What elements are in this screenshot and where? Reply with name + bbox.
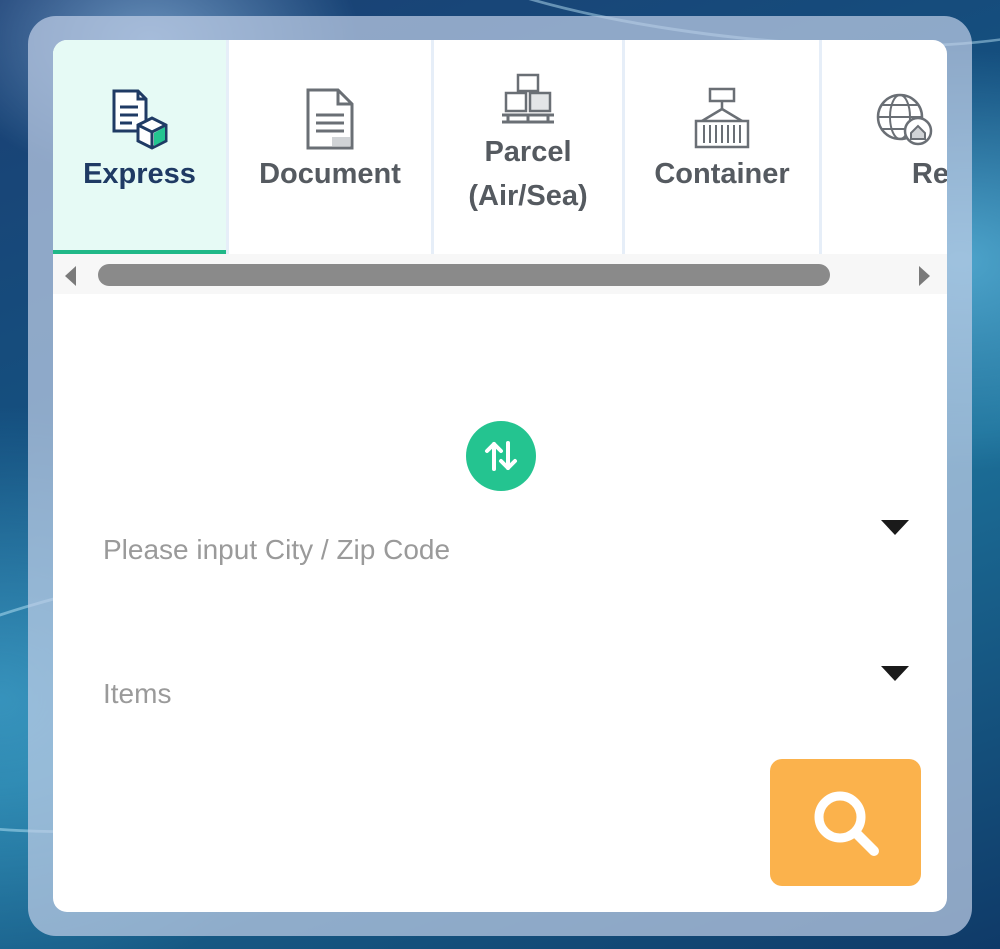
items-dropdown-caret-icon[interactable] [881,666,909,681]
document-icon [298,86,362,152]
tab-express-label: Express [83,158,196,190]
swap-arrows-icon [485,441,517,471]
location-input[interactable]: Please input City / Zip Code [103,508,909,568]
items-placeholder: Items [103,678,172,709]
search-button[interactable] [770,759,921,886]
location-placeholder: Please input City / Zip Code [103,534,451,565]
service-tabs: Express Document Parcel (Air/Sea) Contai… [53,40,947,254]
parcel-icon [496,70,560,130]
items-select[interactable]: Items [103,654,909,714]
tab-document-label: Document [259,158,401,190]
scroll-right-arrow-icon[interactable] [919,266,930,286]
tab-parcel-label-line2: (Air/Sea) [468,180,588,212]
shipping-quote-card: Express Document Parcel (Air/Sea) Contai… [53,40,947,912]
scroll-thumb[interactable] [98,264,830,286]
tab-document[interactable]: Document [229,40,434,254]
search-icon [814,791,879,856]
tab-express[interactable]: Express [53,40,229,254]
tab-relocation[interactable]: Relocation [822,40,947,254]
tab-container-label: Container [654,158,790,190]
relocation-icon [872,86,936,152]
scroll-left-arrow-icon[interactable] [65,266,76,286]
container-icon [690,86,754,152]
tabs-scrollbar[interactable] [53,254,947,294]
swap-direction-button[interactable] [466,421,536,491]
location-dropdown-caret-icon[interactable] [881,520,909,535]
tab-parcel-label-line1: Parcel [484,136,572,168]
tab-parcel[interactable]: Parcel (Air/Sea) [434,40,625,254]
tab-relocation-label: Relocation [911,158,947,190]
express-icon [108,86,172,152]
tab-container[interactable]: Container [625,40,822,254]
